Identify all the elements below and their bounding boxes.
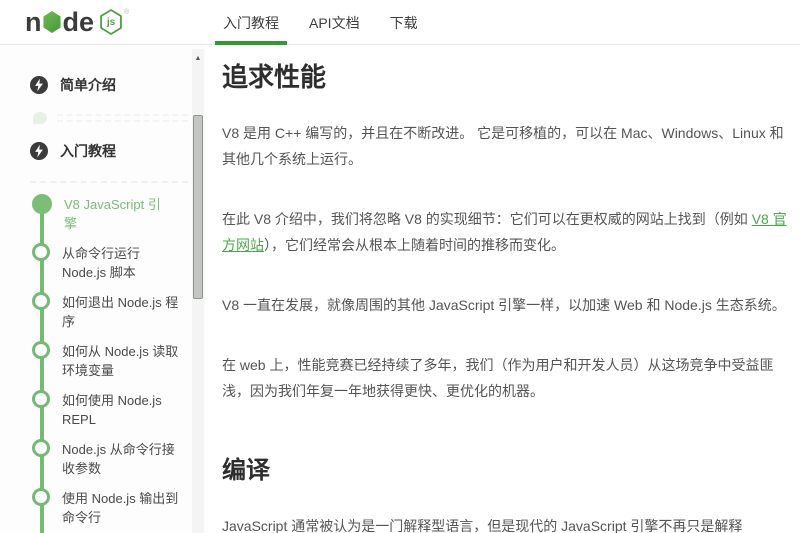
sidebar-item-v8-engine[interactable]: V8 JavaScript 引擎 bbox=[0, 189, 206, 238]
logo-letter-d: d bbox=[63, 7, 80, 37]
article-content: 追求性能 V8 是用 C++ 编写的，并且在不断改进。 它是可移植的，可以在 M… bbox=[206, 45, 800, 533]
top-header: n d e js ® 入门教程 API文档 下载 bbox=[0, 0, 800, 45]
paragraph: 在 web 上，性能竞赛已经持续了多年，我们（作为用户和开发人员）从这场竞争中受… bbox=[222, 352, 788, 404]
nav-item-api-docs[interactable]: API文档 bbox=[301, 0, 368, 45]
paragraph: JavaScript 通常被认为是一门解释型语言，但是现代的 JavaScrip… bbox=[222, 513, 788, 533]
main-nav: 入门教程 API文档 下载 bbox=[215, 0, 426, 45]
timeline-dot-icon bbox=[32, 292, 50, 310]
sidebar: 简单介绍 入门教程 V8 JavaScript 引擎 从命令行运行 Nod bbox=[0, 45, 206, 533]
ghost-circle-icon bbox=[33, 112, 47, 124]
sidebar-item-read-env-vars[interactable]: 如何从 Node.js 读取环境变量 bbox=[0, 336, 206, 385]
sidebar-section-introduction[interactable]: 简单介绍 bbox=[0, 65, 206, 105]
sidebar-scrollbar[interactable]: ▲ bbox=[192, 49, 204, 533]
registered-trademark: ® bbox=[124, 9, 129, 16]
tutorial-timeline: V8 JavaScript 引擎 从命令行运行 Node.js 脚本 如何退出 … bbox=[0, 189, 206, 533]
scrollbar-thumb[interactable] bbox=[193, 115, 203, 299]
sidebar-item-output-cli[interactable]: 使用 Node.js 输出到命令行 bbox=[0, 483, 206, 532]
sidebar-section-label: 简单介绍 bbox=[60, 75, 116, 95]
nodejs-logo[interactable]: n d e js ® bbox=[25, 7, 129, 37]
paragraph: V8 是用 C++ 编写的，并且在不断改进。 它是可移植的，可以在 Mac、Wi… bbox=[222, 120, 788, 172]
section-heading-compile: 编译 bbox=[222, 450, 788, 485]
paragraph: 在此 V8 介绍中，我们将忽略 V8 的实现细节：它们可以在更权威的网站上找到（… bbox=[222, 206, 788, 258]
sidebar-section-label: 入门教程 bbox=[60, 141, 116, 161]
nav-item-tutorial[interactable]: 入门教程 bbox=[215, 0, 287, 45]
ghost-sidebar-item bbox=[0, 105, 206, 131]
node-hexagon-icon bbox=[43, 11, 62, 33]
sidebar-item-run-scripts-cli[interactable]: 从命令行运行 Node.js 脚本 bbox=[0, 238, 206, 287]
logo-letter-n: n bbox=[25, 7, 42, 37]
logo-letter-e: e bbox=[79, 7, 94, 37]
js-badge-label: js bbox=[101, 11, 121, 33]
paragraph: V8 一直在发展，就像周围的其他 JavaScript 引擎一样，以加速 Web… bbox=[222, 292, 788, 318]
timeline-dot-icon bbox=[32, 488, 50, 506]
lightning-icon bbox=[30, 142, 48, 160]
ghost-text-lines bbox=[57, 110, 188, 126]
timeline-dot-icon bbox=[32, 341, 50, 359]
timeline-dot-icon bbox=[32, 439, 50, 457]
paragraph-text: ），它们经常会从根本上随着时间的推移而变化。 bbox=[264, 237, 565, 253]
nav-item-download[interactable]: 下载 bbox=[382, 0, 426, 45]
js-hexagon-badge-icon: js bbox=[99, 9, 123, 35]
sidebar-item-accept-args[interactable]: Node.js 从命令行接收参数 bbox=[0, 434, 206, 483]
ghost-dashed-divider bbox=[30, 181, 188, 183]
timeline-dot-icon bbox=[32, 194, 52, 214]
scroll-up-arrow-icon[interactable]: ▲ bbox=[192, 49, 204, 62]
app-body: 简单介绍 入门教程 V8 JavaScript 引擎 从命令行运行 Nod bbox=[0, 45, 800, 533]
sidebar-item-repl[interactable]: 如何使用 Node.js REPL bbox=[0, 385, 206, 434]
timeline-dot-icon bbox=[32, 243, 50, 261]
paragraph-text: 在此 V8 介绍中，我们将忽略 V8 的实现细节：它们可以在更权威的网站上找到（… bbox=[222, 211, 752, 227]
sidebar-item-exit-program[interactable]: 如何退出 Node.js 程序 bbox=[0, 287, 206, 336]
page-title: 追求性能 bbox=[222, 57, 788, 94]
timeline-dot-icon bbox=[32, 390, 50, 408]
lightning-icon bbox=[30, 76, 48, 94]
sidebar-section-tutorial[interactable]: 入门教程 bbox=[0, 131, 206, 171]
